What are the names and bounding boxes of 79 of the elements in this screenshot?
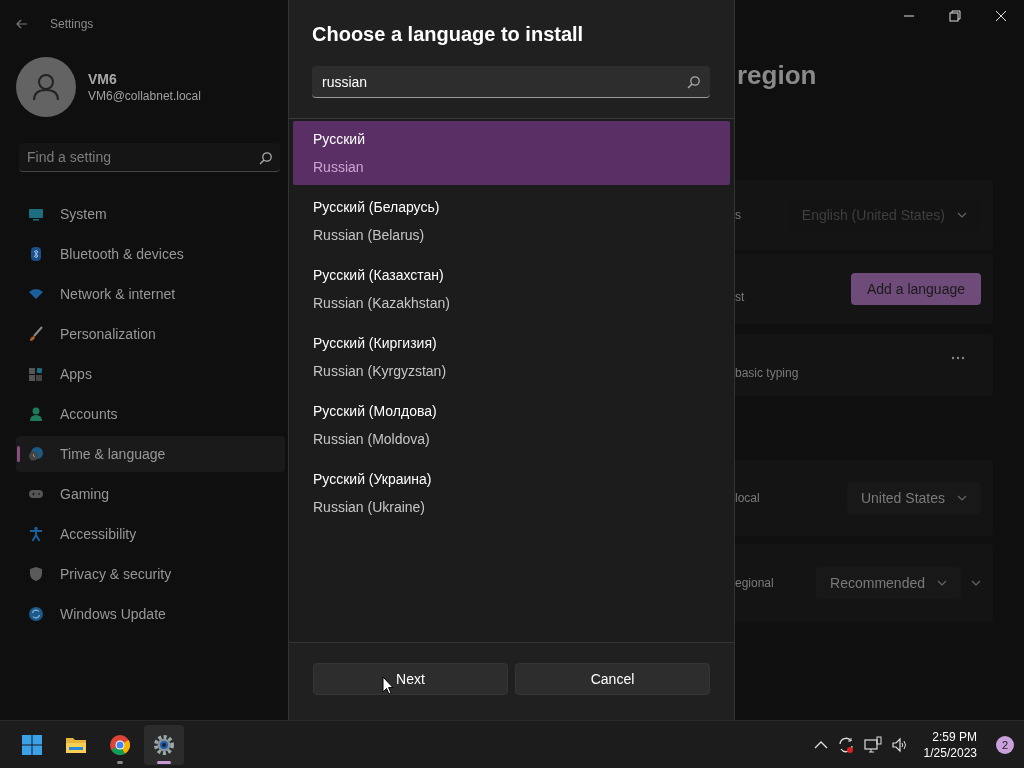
more-icon[interactable] bbox=[951, 356, 965, 360]
sidebar-item[interactable]: Accessibility bbox=[16, 516, 285, 552]
volume-icon[interactable] bbox=[890, 735, 909, 754]
cancel-button[interactable]: Cancel bbox=[515, 663, 710, 695]
language-english-name: Russian (Ukraine) bbox=[313, 498, 427, 517]
setting-label: st bbox=[735, 290, 746, 304]
chevron-up-icon[interactable] bbox=[813, 740, 828, 749]
next-button[interactable]: Next bbox=[313, 663, 508, 695]
sidebar-item[interactable]: Apps bbox=[16, 356, 285, 392]
shield-icon bbox=[28, 566, 44, 582]
back-arrow-icon[interactable] bbox=[16, 19, 28, 29]
language-item[interactable]: Русский (Киргизия) Russian (Kyrgyzstan) bbox=[293, 325, 730, 389]
language-name: Русский bbox=[313, 130, 366, 149]
language-name: Русский (Украина) bbox=[313, 470, 433, 489]
dropdown[interactable]: Recommended bbox=[816, 567, 961, 599]
dialog-title: Choose a language to install bbox=[312, 22, 585, 46]
taskbar-button[interactable] bbox=[144, 724, 184, 765]
sidebar-item[interactable]: Personalization bbox=[16, 316, 285, 352]
window-title: Settings bbox=[50, 17, 94, 31]
sidebar-item[interactable]: System bbox=[16, 196, 285, 232]
setting-label: s bbox=[735, 208, 742, 222]
update-icon bbox=[28, 606, 44, 622]
chevron-down-icon bbox=[937, 580, 947, 586]
apps-icon bbox=[28, 366, 44, 382]
clock-time: 2:59 PM bbox=[932, 728, 977, 745]
sidebar-item[interactable]: Windows Update bbox=[16, 596, 285, 632]
sidebar-item[interactable]: Gaming bbox=[16, 476, 285, 512]
sidebar-item[interactable]: Time & language bbox=[16, 436, 285, 472]
language-name: Русский (Молдова) bbox=[313, 402, 438, 421]
language-item[interactable]: Русский Russian bbox=[293, 121, 730, 185]
person-icon bbox=[33, 73, 59, 101]
search-field[interactable]: Find a setting bbox=[19, 143, 280, 172]
language-english-name: Russian (Belarus) bbox=[313, 226, 426, 245]
start-icon bbox=[20, 732, 44, 757]
language-english-name: Russian (Kyrgyzstan) bbox=[313, 362, 448, 381]
wifi-icon bbox=[28, 286, 44, 302]
search-icon bbox=[686, 75, 700, 89]
sidebar-item[interactable]: Privacy & security bbox=[16, 556, 285, 592]
language-item[interactable]: Русский (Украина) Russian (Ukraine) bbox=[293, 461, 730, 525]
search-field[interactable]: russian bbox=[312, 66, 710, 98]
chevron-down-icon bbox=[957, 212, 967, 218]
display-icon bbox=[28, 206, 44, 222]
account-email: VM6@collabnet.local bbox=[88, 89, 201, 103]
notification-badge[interactable]: 2 bbox=[996, 735, 1014, 754]
maximize-icon[interactable] bbox=[949, 10, 961, 22]
gear-icon bbox=[152, 732, 176, 757]
account-name: VM6 bbox=[88, 71, 118, 87]
language-item[interactable]: Русский (Беларусь) Russian (Belarus) bbox=[293, 189, 730, 253]
page-heading: region bbox=[737, 59, 818, 92]
network-icon[interactable] bbox=[863, 735, 882, 754]
sidebar-item[interactable]: Network & internet bbox=[16, 276, 285, 312]
setting-label: egional bbox=[735, 576, 775, 590]
language-name: Русский (Беларусь) bbox=[313, 198, 441, 217]
dropdown[interactable]: United States bbox=[846, 482, 981, 514]
person-icon bbox=[28, 406, 44, 422]
bluetooth-icon bbox=[28, 246, 44, 262]
clock-date: 1/25/2023 bbox=[923, 744, 977, 761]
setting-label: local bbox=[735, 491, 761, 505]
search-icon bbox=[258, 151, 272, 165]
sync-icon[interactable] bbox=[836, 735, 855, 754]
language-english-name: Russian (Kazakhstan) bbox=[313, 294, 451, 313]
chevron-down-icon[interactable] bbox=[971, 580, 981, 586]
close-icon[interactable] bbox=[995, 10, 1007, 22]
clock[interactable]: 2:59 PM 1/25/2023 bbox=[923, 728, 977, 761]
language-name: Русский (Казахстан) bbox=[313, 266, 445, 285]
globe-clock-icon bbox=[28, 446, 44, 462]
mouse-pointer-icon bbox=[382, 676, 394, 695]
brush-icon bbox=[28, 326, 44, 342]
sidebar-item[interactable]: Accounts bbox=[16, 396, 285, 432]
browser-icon bbox=[108, 732, 132, 757]
language-item[interactable]: Русский (Молдова) Russian (Moldova) bbox=[293, 393, 730, 457]
language-english-name: Russian (Moldova) bbox=[313, 430, 431, 449]
chevron-down-icon bbox=[957, 495, 967, 501]
accessibility-icon bbox=[28, 526, 44, 542]
language-item[interactable]: Русский (Казахстан) Russian (Kazakhstan) bbox=[293, 257, 730, 321]
language-name: Русский (Киргизия) bbox=[313, 334, 438, 353]
language-english-name: Russian bbox=[313, 158, 365, 177]
setting-label: basic typing bbox=[735, 366, 800, 380]
sidebar-item[interactable]: Bluetooth & devices bbox=[16, 236, 285, 272]
